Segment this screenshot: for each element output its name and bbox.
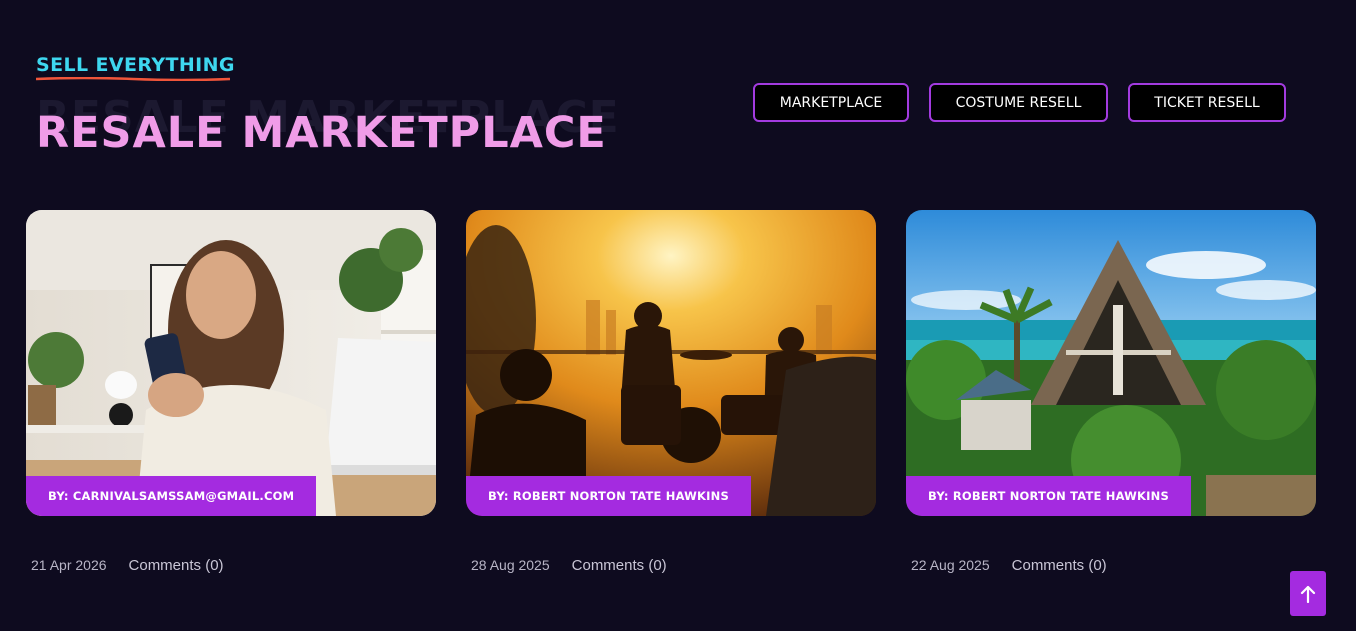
filter-costume-resell-button[interactable]: COSTUME RESELL [929, 83, 1108, 122]
post-comments-link[interactable]: Comments (0) [1012, 557, 1107, 574]
arrow-up-icon [1300, 585, 1316, 603]
post-image-woman-with-phone[interactable]: BY: CARNIVALSAMSSAM@GMAIL.COM [26, 210, 436, 516]
section-eyebrow: SELL EVERYTHING [36, 54, 235, 76]
post-card: BY: CARNIVALSAMSSAM@GMAIL.COM 21 Apr 202… [26, 210, 436, 574]
post-date: 21 Apr 2026 [31, 557, 107, 573]
post-author: BY: ROBERT NORTON TATE HAWKINS [466, 476, 751, 516]
post-author: BY: ROBERT NORTON TATE HAWKINS [906, 476, 1191, 516]
post-comments-link[interactable]: Comments (0) [572, 557, 667, 574]
post-date: 28 Aug 2025 [471, 557, 550, 573]
post-image-sunset-band[interactable]: BY: ROBERT NORTON TATE HAWKINS [466, 210, 876, 516]
scroll-to-top-button[interactable] [1290, 571, 1326, 616]
post-meta: 22 Aug 2025 Comments (0) [911, 557, 1107, 574]
page-title: RESALE MARKETPLACE [36, 108, 607, 158]
post-author: BY: CARNIVALSAMSSAM@GMAIL.COM [26, 476, 317, 516]
post-comments-link[interactable]: Comments (0) [129, 557, 224, 574]
post-meta: 21 Apr 2026 Comments (0) [31, 557, 224, 574]
page: SELL EVERYTHING RESALE MARKETPLACE RESAL… [0, 0, 1356, 631]
filter-marketplace-button[interactable]: MARKETPLACE [753, 83, 909, 122]
post-image-beach-resort[interactable]: BY: ROBERT NORTON TATE HAWKINS [906, 210, 1316, 516]
filter-buttons: MARKETPLACE COSTUME RESELL TICKET RESELL [753, 83, 1286, 122]
post-meta: 28 Aug 2025 Comments (0) [471, 557, 667, 574]
post-card: BY: ROBERT NORTON TATE HAWKINS 28 Aug 20… [466, 210, 876, 574]
eyebrow-underline [36, 77, 230, 81]
filter-ticket-resell-button[interactable]: TICKET RESELL [1128, 83, 1286, 122]
post-date: 22 Aug 2025 [911, 557, 990, 573]
post-card: BY: ROBERT NORTON TATE HAWKINS 22 Aug 20… [906, 210, 1316, 574]
